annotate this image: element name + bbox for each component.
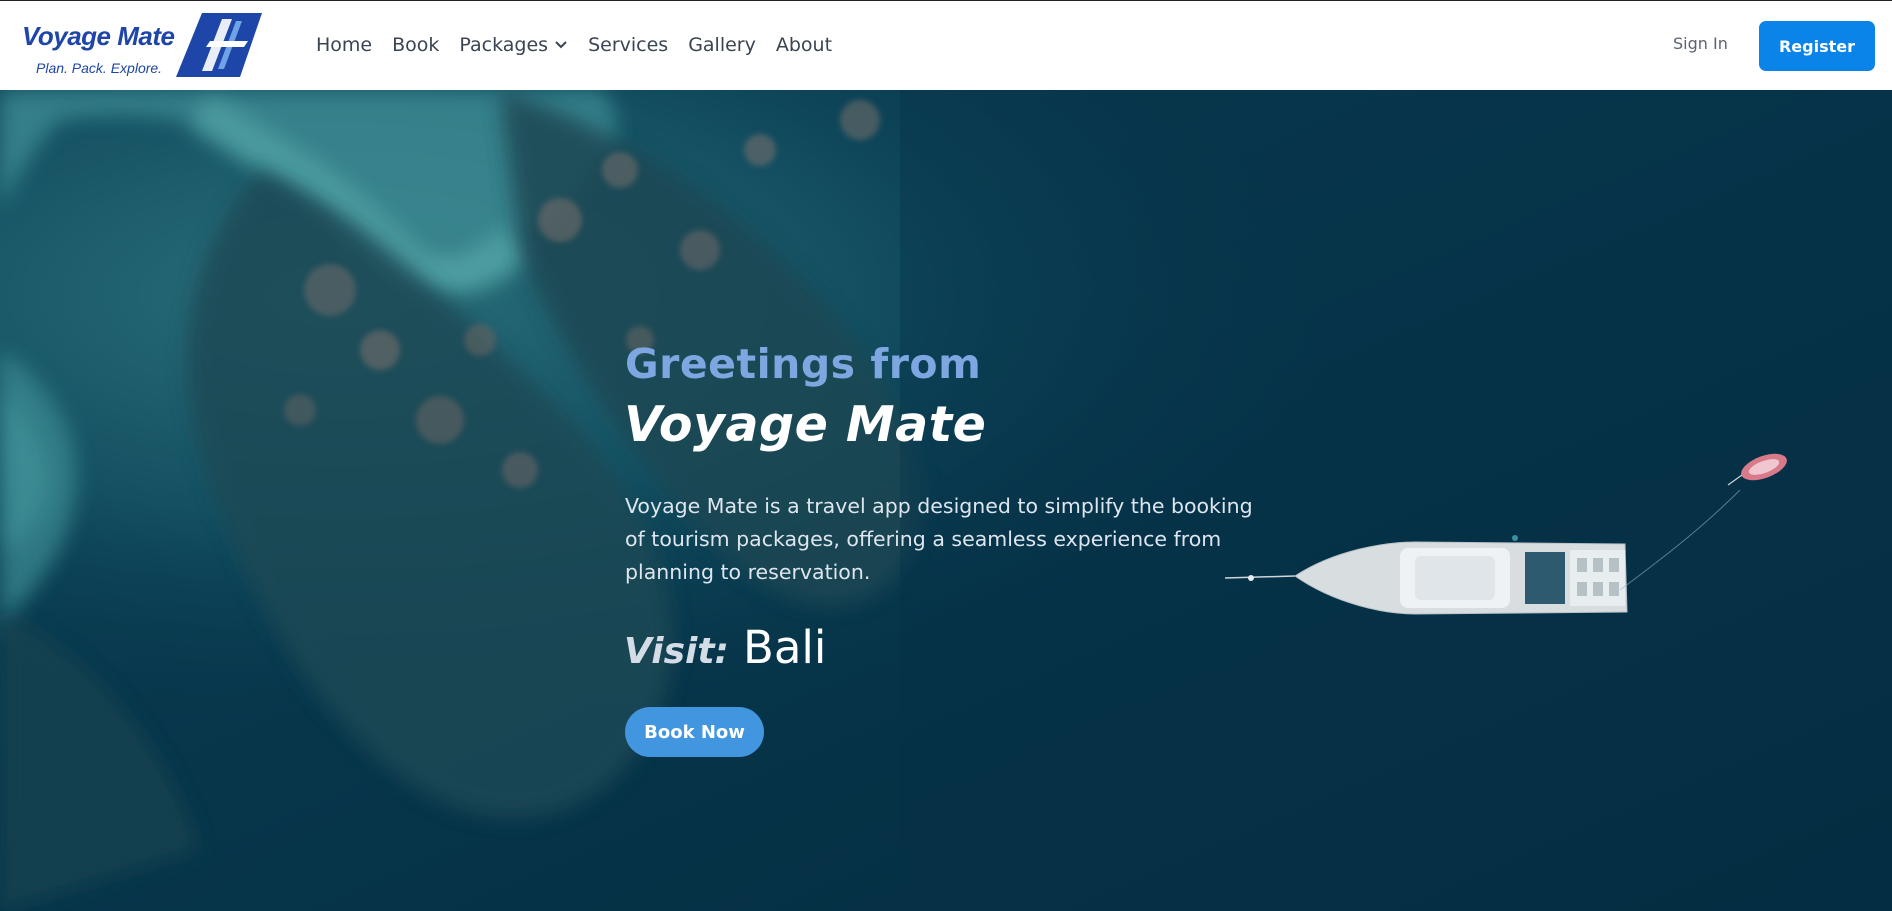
nav-gallery-label: Gallery bbox=[688, 34, 756, 56]
nav-home[interactable]: Home bbox=[316, 31, 372, 59]
top-navbar: Voyage Mate Plan. Pack. Explore. Home Bo… bbox=[0, 0, 1892, 90]
nav-about[interactable]: About bbox=[776, 31, 832, 59]
airplane-logo-icon bbox=[176, 13, 262, 77]
nav-book[interactable]: Book bbox=[392, 31, 439, 59]
sign-in-link[interactable]: Sign In bbox=[1673, 34, 1728, 53]
nav-services-label: Services bbox=[588, 34, 669, 56]
hero-greeting: Greetings from bbox=[625, 340, 982, 388]
nav-packages-label: Packages bbox=[459, 34, 549, 56]
nav-home-label: Home bbox=[316, 34, 373, 56]
dinghy-image bbox=[1727, 453, 1787, 486]
nav-packages-dropdown[interactable]: Packages bbox=[459, 31, 568, 59]
logo-title: Voyage Mate bbox=[22, 21, 175, 51]
chevron-down-icon bbox=[555, 41, 567, 49]
nav-gallery[interactable]: Gallery bbox=[688, 31, 756, 59]
logo-tagline: Plan. Pack. Explore. bbox=[36, 60, 163, 76]
nav-services[interactable]: Services bbox=[588, 31, 668, 59]
visit-place: Bali bbox=[742, 621, 827, 674]
brand-logo[interactable]: Voyage Mate Plan. Pack. Explore. bbox=[20, 11, 262, 79]
hero-section: Greetings from Voyage Mate Voyage Mate i… bbox=[0, 90, 1892, 911]
nav-book-label: Book bbox=[392, 34, 440, 56]
visit-destination: Visit: Bali bbox=[624, 621, 826, 674]
register-button[interactable]: Register bbox=[1759, 21, 1875, 71]
main-navigation: Home Book Packages Services Gallery Abou… bbox=[316, 31, 852, 59]
visit-label: Visit: bbox=[624, 631, 729, 672]
hero-brand-title: Voyage Mate bbox=[624, 396, 987, 453]
book-now-button[interactable]: Book Now bbox=[625, 707, 764, 757]
yacht-image bbox=[1225, 535, 1628, 615]
nav-about-label: About bbox=[775, 34, 833, 56]
hero-description: Voyage Mate is a travel app designed to … bbox=[625, 494, 1253, 584]
